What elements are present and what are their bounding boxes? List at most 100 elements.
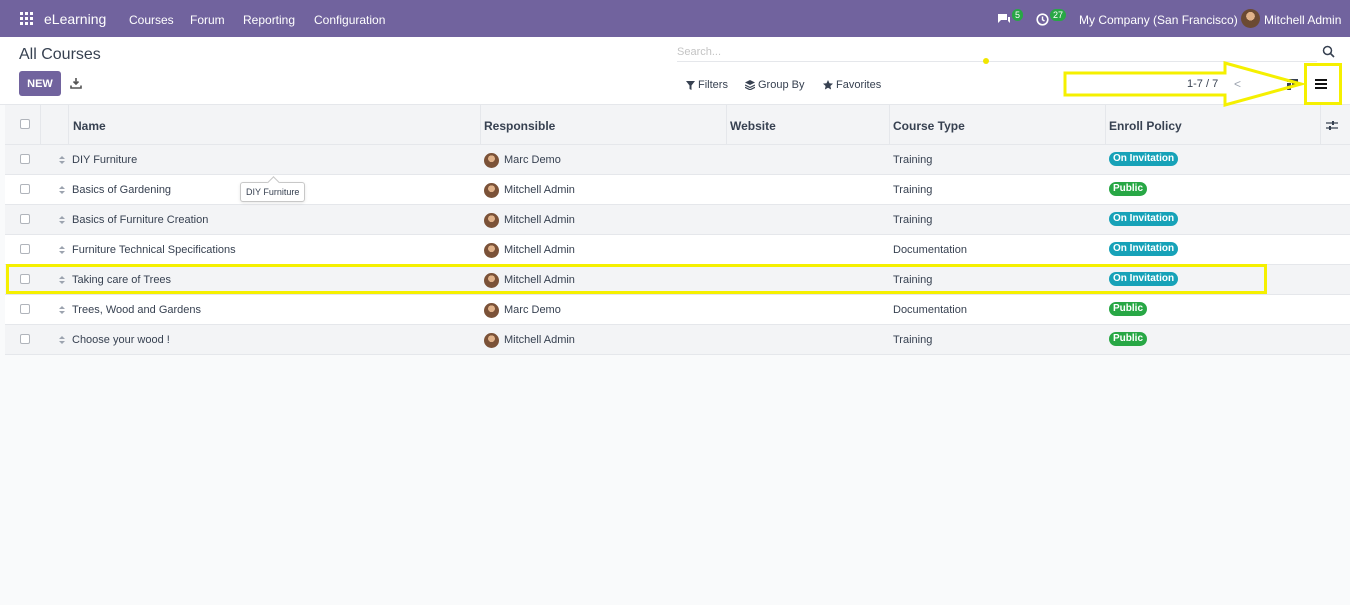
- course-type: Training: [893, 274, 933, 286]
- course-name: Basics of Furniture Creation: [72, 214, 209, 226]
- responsible-name: Mitchell Admin: [504, 184, 575, 196]
- user-menu[interactable]: Mitchell Admin: [1264, 13, 1341, 27]
- menu-configuration[interactable]: Configuration: [314, 13, 385, 27]
- activities-button[interactable]: 27: [1036, 9, 1067, 28]
- enroll-policy-badge: On Invitation: [1109, 272, 1179, 286]
- responsible-avatar: [484, 213, 499, 228]
- user-avatar[interactable]: [1241, 9, 1260, 28]
- courses-list-table: Name Responsible Website Course Type Enr…: [5, 105, 1350, 355]
- name-tooltip: DIY Furniture: [240, 182, 306, 202]
- column-separator: [1320, 105, 1321, 145]
- column-header-enroll-policy[interactable]: Enroll Policy: [1109, 119, 1182, 133]
- responsible-name: Mitchell Admin: [504, 244, 575, 256]
- list-view-icon[interactable]: [1315, 79, 1327, 89]
- select-all-checkbox[interactable]: [20, 119, 30, 129]
- table-row[interactable]: Taking care of Trees Mitchell Admin Traini…: [5, 265, 1350, 295]
- responsible-avatar: [484, 273, 499, 288]
- column-separator: [726, 105, 727, 145]
- table-row[interactable]: DIY Furniture Marc Demo Training On Invitat…: [5, 145, 1350, 175]
- enroll-policy-badge: On Invitation: [1109, 212, 1179, 226]
- drag-handle-icon[interactable]: [59, 216, 65, 224]
- responsible-avatar: [484, 303, 499, 318]
- row-checkbox[interactable]: [20, 184, 30, 194]
- filters-button[interactable]: Filters: [686, 79, 728, 91]
- menu-forum[interactable]: Forum: [190, 13, 225, 27]
- course-type: Training: [893, 154, 933, 166]
- messages-button[interactable]: 5: [997, 9, 1024, 28]
- enroll-policy-badge: On Invitation: [1109, 152, 1179, 166]
- column-separator: [889, 105, 890, 145]
- layers-icon: [745, 80, 755, 90]
- apps-menu-icon[interactable]: [20, 12, 33, 25]
- course-type: Training: [893, 214, 933, 226]
- activities-count-badge: 27: [1050, 9, 1067, 21]
- optional-columns-icon[interactable]: [1326, 120, 1338, 131]
- responsible-name: Mitchell Admin: [504, 214, 575, 226]
- drag-handle-icon[interactable]: [59, 246, 65, 254]
- app-name[interactable]: eLearning: [44, 11, 106, 27]
- course-name: Trees, Wood and Gardens: [72, 304, 202, 316]
- course-name: Basics of Gardening: [72, 184, 172, 196]
- page-title: All Courses: [19, 46, 101, 63]
- column-header-course-type[interactable]: Course Type: [893, 119, 965, 133]
- group-by-label: Group By: [758, 79, 805, 91]
- column-separator: [1105, 105, 1106, 145]
- table-row[interactable]: Choose your wood ! Mitchell Admin Training…: [5, 325, 1350, 355]
- row-checkbox[interactable]: [20, 214, 30, 224]
- table-body: DIY Furniture Marc Demo Training On Invitat…: [5, 145, 1350, 355]
- row-checkbox[interactable]: [20, 154, 30, 164]
- download-icon[interactable]: [70, 77, 82, 89]
- course-type: Documentation: [893, 304, 967, 316]
- top-navbar: eLearning Courses Forum Reporting Config…: [0, 0, 1350, 37]
- filter-icon: [686, 80, 695, 90]
- drag-handle-icon[interactable]: [59, 276, 65, 284]
- drag-handle-icon[interactable]: [59, 186, 65, 194]
- filters-label: Filters: [698, 79, 728, 91]
- table-row[interactable]: Basics of Gardening Mitchell Admin Trainin…: [5, 175, 1350, 205]
- course-type: Training: [893, 184, 933, 196]
- responsible-avatar: [484, 333, 499, 348]
- chat-icon: [998, 14, 1010, 23]
- responsible-name: Marc Demo: [504, 304, 561, 316]
- responsible-avatar: [484, 153, 499, 168]
- responsible-avatar: [484, 243, 499, 258]
- drag-handle-icon[interactable]: [59, 156, 65, 164]
- course-name: Furniture Technical Specifications: [72, 244, 236, 256]
- row-checkbox[interactable]: [20, 274, 30, 284]
- table-row[interactable]: Furniture Technical Specifications Mitche…: [5, 235, 1350, 265]
- group-by-button[interactable]: Group By: [745, 79, 804, 91]
- enroll-policy-badge: Public: [1109, 302, 1148, 316]
- annotation-arrow: [1063, 61, 1305, 107]
- company-switcher[interactable]: My Company (San Francisco): [1079, 13, 1238, 27]
- clock-icon: [1036, 12, 1049, 26]
- star-icon: [823, 80, 833, 90]
- column-header-name[interactable]: Name: [73, 119, 106, 133]
- search-input[interactable]: [677, 43, 1317, 62]
- responsible-name: Mitchell Admin: [504, 274, 575, 286]
- favorites-button[interactable]: Favorites: [823, 79, 881, 91]
- responsible-name: Marc Demo: [504, 154, 561, 166]
- course-name: DIY Furniture: [72, 154, 138, 166]
- table-row[interactable]: Basics of Furniture Creation Mitchell Adm…: [5, 205, 1350, 235]
- column-header-responsible[interactable]: Responsible: [484, 119, 555, 133]
- responsible-name: Mitchell Admin: [504, 334, 575, 346]
- enroll-policy-badge: On Invitation: [1109, 242, 1179, 256]
- column-separator: [40, 105, 41, 145]
- course-type: Documentation: [893, 244, 967, 256]
- drag-handle-icon[interactable]: [59, 306, 65, 314]
- column-separator: [480, 105, 481, 145]
- table-row[interactable]: Trees, Wood and Gardens Marc Demo Document…: [5, 295, 1350, 325]
- menu-reporting[interactable]: Reporting: [243, 13, 295, 27]
- menu-courses[interactable]: Courses: [129, 13, 174, 27]
- row-checkbox[interactable]: [20, 334, 30, 344]
- course-type: Training: [893, 334, 933, 346]
- course-name: Choose your wood !: [72, 334, 170, 346]
- enroll-policy-badge: Public: [1109, 332, 1148, 346]
- row-checkbox[interactable]: [20, 304, 30, 314]
- search-icon[interactable]: [1322, 45, 1335, 58]
- favorites-label: Favorites: [836, 79, 882, 91]
- row-checkbox[interactable]: [20, 244, 30, 254]
- drag-handle-icon[interactable]: [59, 336, 65, 344]
- column-header-website[interactable]: Website: [730, 119, 776, 133]
- new-button[interactable]: NEW: [19, 71, 61, 96]
